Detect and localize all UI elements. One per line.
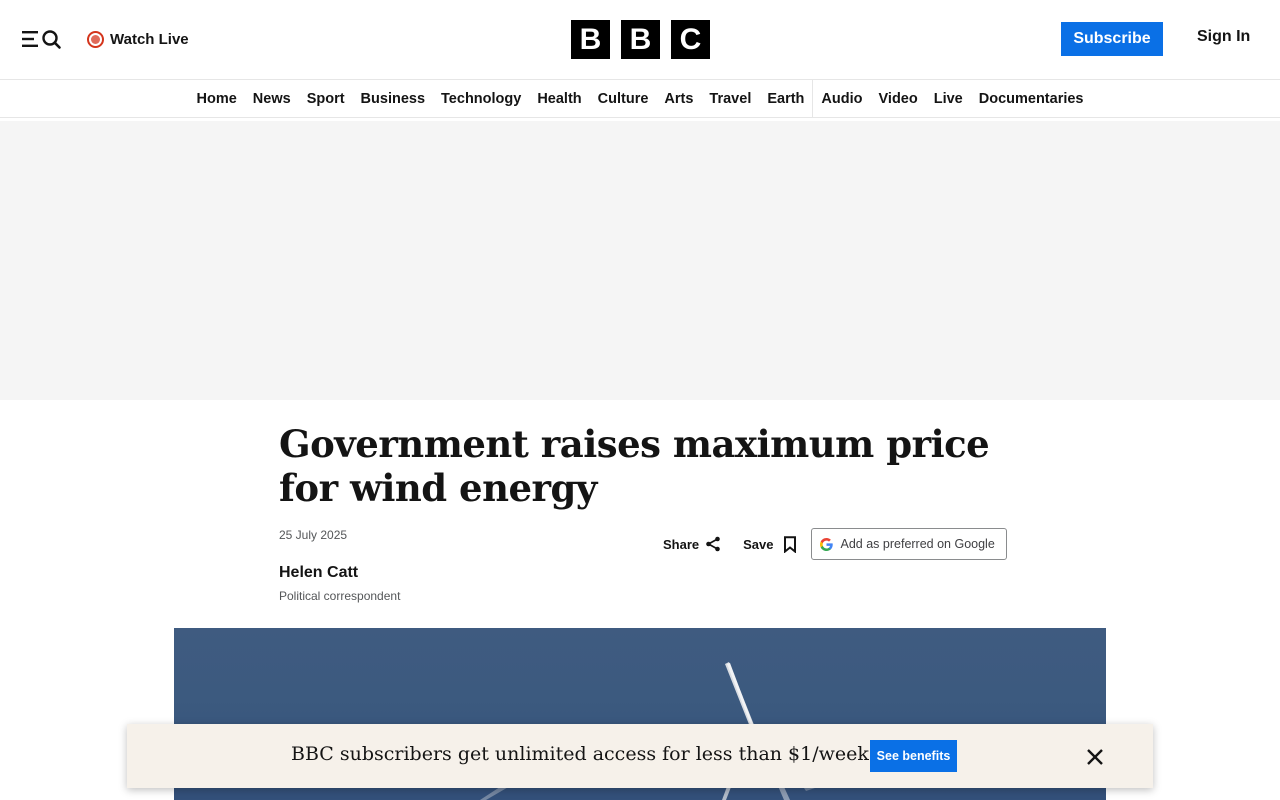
share-label: Share	[663, 536, 700, 552]
nav-item-travel[interactable]: Travel	[701, 80, 759, 118]
nav-item-documentaries[interactable]: Documentaries	[971, 80, 1092, 118]
menu-search-button[interactable]	[22, 28, 62, 50]
logo-letter-b2: B	[621, 20, 660, 59]
nav-item-culture[interactable]: Culture	[590, 80, 657, 118]
save-label: Save	[743, 536, 774, 552]
article-author[interactable]: Helen Catt	[279, 564, 358, 582]
nav-item-earth[interactable]: Earth	[759, 80, 812, 118]
article-headline: Government raises maximum price for wind…	[279, 422, 990, 510]
nav-item-sport[interactable]: Sport	[299, 80, 353, 118]
nav-item-technology[interactable]: Technology	[433, 80, 529, 118]
bookmark-icon	[783, 535, 796, 553]
logo-letter-c: C	[671, 20, 710, 59]
advertisement-slot	[0, 121, 1280, 400]
nav-item-audio[interactable]: Audio	[813, 80, 870, 118]
save-button[interactable]: Save	[743, 535, 796, 553]
bbc-logo[interactable]: B B C	[571, 20, 710, 59]
main-navigation: Home News Sport Business Technology Heal…	[0, 79, 1280, 118]
author-role: Political correspondent	[279, 589, 401, 603]
share-icon	[706, 536, 720, 552]
nav-item-home[interactable]: Home	[189, 80, 245, 118]
share-button[interactable]: Share	[663, 536, 721, 552]
logo-letter-b1: B	[571, 20, 610, 59]
nav-item-news[interactable]: News	[245, 80, 299, 118]
site-header: Watch Live B B C Subscribe Sign In	[0, 0, 1280, 80]
article-date: 25 July 2025	[279, 528, 348, 542]
google-preferred-label: Add as preferred on Google	[840, 537, 995, 551]
live-dot-icon	[87, 30, 104, 48]
sign-in-link[interactable]: Sign In	[1197, 28, 1250, 46]
subscription-banner: BBC subscribers get unlimited access for…	[127, 724, 1153, 788]
google-preferred-button[interactable]: Add as preferred on Google	[810, 528, 1007, 560]
article-actions: Share Save Add as preferred on Google	[663, 528, 1007, 560]
nav-item-arts[interactable]: Arts	[656, 80, 701, 118]
nav-item-health[interactable]: Health	[529, 80, 589, 118]
watch-live-label: Watch Live	[110, 30, 189, 48]
menu-icon	[22, 30, 61, 49]
search-icon	[42, 30, 61, 49]
nav-item-live[interactable]: Live	[926, 80, 971, 118]
google-g-icon	[819, 537, 833, 551]
banner-close-button[interactable]	[1084, 746, 1106, 768]
subscribe-button[interactable]: Subscribe	[1061, 22, 1163, 56]
see-benefits-button[interactable]: See benefits	[870, 740, 957, 772]
close-icon	[1087, 749, 1103, 765]
nav-item-business[interactable]: Business	[353, 80, 433, 118]
nav-item-video[interactable]: Video	[871, 80, 926, 118]
banner-message: BBC subscribers get unlimited access for…	[291, 743, 869, 765]
watch-live-link[interactable]: Watch Live	[87, 29, 189, 49]
